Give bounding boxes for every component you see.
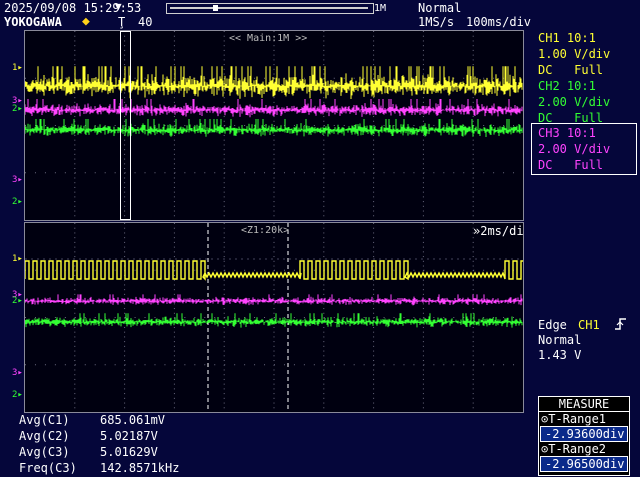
- measure-panel[interactable]: MEASURE ⊙T-Range1 -2.93600div ⊙T-Range2 …: [538, 396, 630, 476]
- record-bar-track: [170, 7, 368, 9]
- record-bar-window[interactable]: [213, 5, 218, 11]
- meas-name-4: Freq(C3): [19, 461, 77, 475]
- acquisition-mode: Normal: [418, 1, 462, 15]
- ch3-offscreen-marker: 3▸: [12, 175, 23, 185]
- trigger-type[interactable]: Edge: [538, 318, 567, 332]
- ch1-trace: [25, 66, 523, 100]
- zoom-waveform-svg: [25, 223, 523, 412]
- ch2-vdiv[interactable]: 2.00 V/div: [538, 95, 610, 109]
- ch3-coupling[interactable]: DC Full: [538, 158, 603, 172]
- ch1-probe-label[interactable]: CH1 10:1: [538, 31, 596, 45]
- meas-name-2: Avg(C2): [19, 429, 70, 443]
- ch1-coupling[interactable]: DC Full: [538, 63, 603, 77]
- brand-logo: YOKOGAWA: [4, 15, 62, 29]
- grid: [25, 223, 515, 409]
- zoom-window-label: <Z1:20k>: [241, 225, 290, 236]
- diamond-icon: ◆: [82, 14, 90, 29]
- trigger-source[interactable]: CH1: [578, 318, 600, 332]
- time-div: 100ms/div: [466, 15, 532, 29]
- meas-value-4: 142.8571kHz: [100, 461, 180, 475]
- measure-panel-title: MEASURE: [539, 397, 629, 412]
- zoom-ch1-ground-marker[interactable]: 1▸: [12, 254, 23, 264]
- t-range1-item[interactable]: ⊙T-Range1: [539, 412, 629, 426]
- ch1-vdiv[interactable]: 1.00 V/div: [538, 47, 610, 61]
- meas-value-3: 5.01629V: [100, 445, 158, 459]
- zoom-time-div: »2ms/div: [473, 224, 524, 238]
- zoom-waveform-window[interactable]: <Z1:20k> »2ms/div: [24, 222, 524, 413]
- ch3-probe-label[interactable]: CH3 10:1: [538, 126, 596, 140]
- zoom-ch2-ground-marker[interactable]: 2▸: [12, 296, 23, 306]
- ch2-ground-marker[interactable]: 2▸: [12, 104, 23, 114]
- main-waveform-svg: [25, 31, 523, 217]
- sample-rate: 1MS/s: [418, 15, 455, 29]
- main-window-label: << Main:1M >>: [229, 33, 308, 44]
- zoom-ch2-trace: [25, 313, 523, 328]
- main-waveform-window[interactable]: << Main:1M >>: [24, 30, 524, 221]
- meas-name-1: Avg(C1): [19, 413, 70, 427]
- t-range2-value[interactable]: -2.96500div: [540, 456, 628, 472]
- zoom-ch2-offscreen-marker: 2▸: [12, 390, 23, 400]
- ch3-trace: [25, 99, 523, 118]
- ch2-offscreen-marker: 2▸: [12, 197, 23, 207]
- zoom-ch3-offscreen-marker: 3▸: [12, 368, 23, 378]
- trigger-position-mark: Ţ: [118, 15, 126, 29]
- t-range1-label: T-Range1: [548, 412, 607, 426]
- ch3-vdiv[interactable]: 2.00 V/div: [538, 142, 610, 156]
- trigger-position-icon: ▼: [115, 0, 122, 13]
- record-length-bar[interactable]: [166, 3, 374, 14]
- record-length-label: 1M: [374, 3, 387, 14]
- meas-name-3: Avg(C3): [19, 445, 70, 459]
- ch1-ground-marker[interactable]: 1▸: [12, 63, 23, 73]
- t-range2-label: T-Range2: [548, 442, 607, 456]
- rising-edge-icon: [614, 316, 628, 335]
- ch2-probe-label[interactable]: CH2 10:1: [538, 79, 596, 93]
- t-range2-item[interactable]: ⊙T-Range2: [539, 442, 629, 456]
- trigger-mode[interactable]: Normal: [538, 333, 581, 347]
- meas-value-2: 5.02187V: [100, 429, 158, 443]
- t-range1-value[interactable]: -2.93600div: [540, 426, 628, 442]
- zoom-position-box[interactable]: [120, 31, 131, 220]
- trigger-position-value: 40: [138, 15, 153, 29]
- meas-value-1: 685.061mV: [100, 413, 166, 427]
- trigger-level[interactable]: 1.43 V: [538, 348, 581, 362]
